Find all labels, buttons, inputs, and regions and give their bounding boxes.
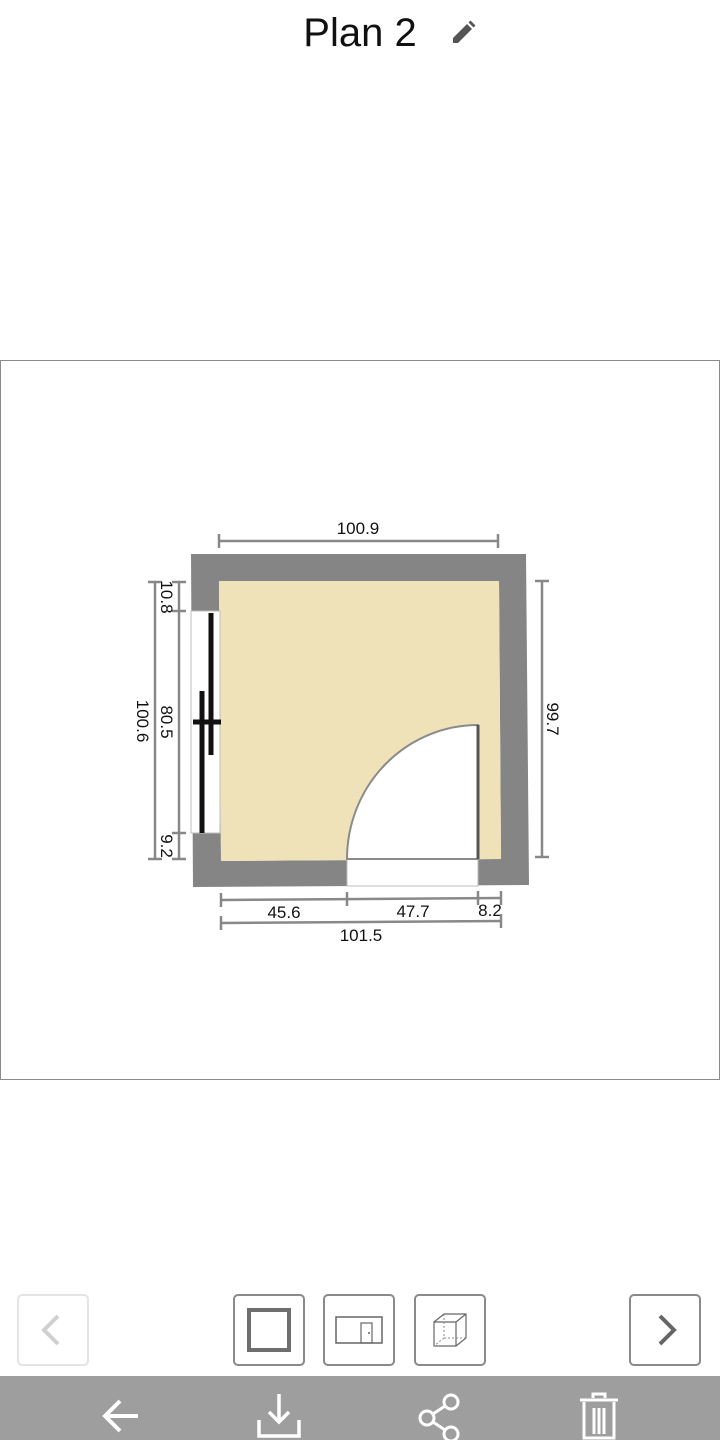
back-arrow-icon [102,1399,138,1433]
chevron-right-icon [658,1314,677,1346]
chevron-left-icon [41,1314,60,1346]
cube-3d-icon [433,1313,467,1347]
floor-plan-drawing: 100.9 99.7 100.6 10.8 80.5 9.2 45.6 47.7… [133,519,562,945]
dimension-label-top[interactable]: 100.9 [337,519,380,538]
download-icon [257,1394,301,1438]
dimension-label-bottom-total[interactable]: 101.5 [340,926,383,945]
door-elevation-icon [335,1316,383,1344]
page-title: Plan 2 [303,11,417,55]
delete-button[interactable] [575,1392,623,1440]
dimension-label-bottom-3[interactable]: 8.2 [478,901,502,920]
previous-button[interactable] [17,1294,89,1366]
share-button[interactable] [415,1392,463,1440]
dimension-label-left-bottom[interactable]: 9.2 [157,834,176,858]
dimension-label-left-top[interactable]: 10.8 [157,580,176,613]
dimension-label-left-window[interactable]: 80.5 [157,705,176,738]
dimension-label-bottom-2[interactable]: 47.7 [396,902,429,921]
edit-title-icon[interactable] [448,18,478,48]
door-opening[interactable] [346,857,479,887]
plan-view-button[interactable] [233,1294,305,1366]
download-button[interactable] [255,1392,303,1440]
square-outline-icon [247,1308,291,1352]
header: Plan 2 [0,0,720,70]
next-button[interactable] [629,1294,701,1366]
dimension-label-bottom-1[interactable]: 45.6 [267,903,300,922]
3d-view-button[interactable] [414,1294,486,1366]
dimension-label-left-total[interactable]: 100.6 [133,700,152,743]
trash-icon [580,1392,618,1440]
share-icon [418,1393,460,1440]
floor-plan-canvas[interactable]: 100.9 99.7 100.6 10.8 80.5 9.2 45.6 47.7… [0,360,720,1080]
dimension-bottom-segments [219,891,503,907]
wall-view-button[interactable] [323,1294,395,1366]
dimension-label-right[interactable]: 99.7 [543,702,562,735]
back-button[interactable] [96,1392,144,1440]
